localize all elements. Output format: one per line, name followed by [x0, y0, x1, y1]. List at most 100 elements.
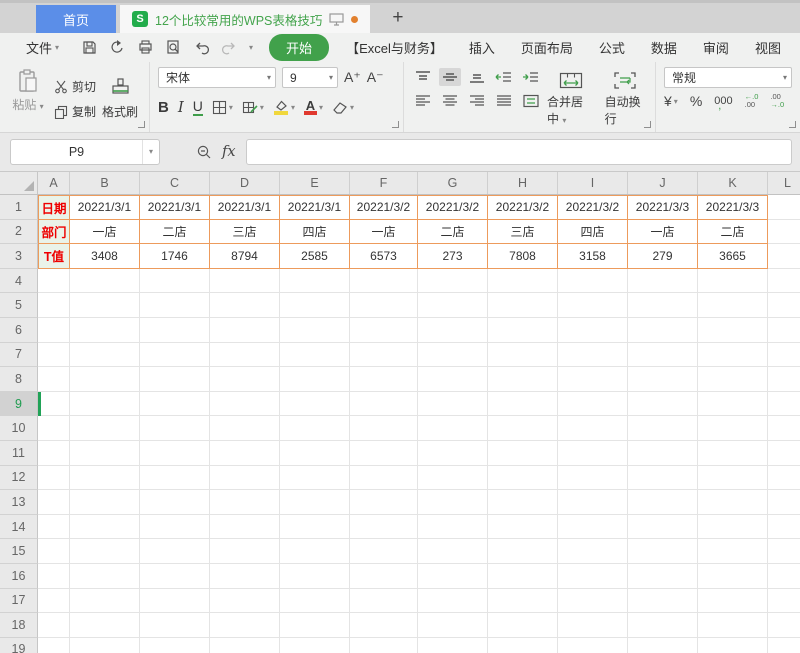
cell-B9[interactable]: [70, 392, 140, 417]
align-top-button[interactable]: [412, 68, 434, 86]
cell-D11[interactable]: [210, 441, 280, 466]
cell-E11[interactable]: [280, 441, 350, 466]
cell-E6[interactable]: [280, 318, 350, 343]
eraser-button[interactable]: ▾: [332, 100, 354, 114]
cell-H14[interactable]: [488, 515, 558, 540]
cell-G2[interactable]: 二店: [418, 220, 488, 245]
cell-B1[interactable]: 20221/3/1: [70, 195, 140, 220]
cell-G14[interactable]: [418, 515, 488, 540]
cell-J12[interactable]: [628, 466, 698, 491]
align-right-button[interactable]: [466, 92, 488, 110]
cell-E7[interactable]: [280, 343, 350, 368]
cell-E4[interactable]: [280, 269, 350, 294]
bold-button[interactable]: B: [158, 99, 169, 116]
column-header-D[interactable]: D: [210, 172, 280, 194]
cell-L13[interactable]: [768, 490, 800, 515]
ribbon-tab-insert[interactable]: 插入: [469, 38, 495, 57]
borders-button[interactable]: ▾: [212, 100, 233, 115]
print-button[interactable]: [137, 39, 154, 56]
cut-button[interactable]: 剪切: [54, 78, 96, 95]
cell-E3[interactable]: 2585: [280, 244, 350, 269]
distribute-text-button[interactable]: [520, 92, 542, 110]
cell-I17[interactable]: [558, 589, 628, 614]
cell-G3[interactable]: 273: [418, 244, 488, 269]
cell-B5[interactable]: [70, 293, 140, 318]
cell-J16[interactable]: [628, 564, 698, 589]
cell-F7[interactable]: [350, 343, 418, 368]
cell-L18[interactable]: [768, 613, 800, 638]
cell-B13[interactable]: [70, 490, 140, 515]
save-button[interactable]: [81, 39, 98, 56]
row-header-17[interactable]: 17: [0, 589, 38, 614]
cell-K4[interactable]: [698, 269, 768, 294]
decrease-font-button[interactable]: A⁻: [367, 69, 384, 86]
cell-A13[interactable]: [38, 490, 70, 515]
format-painter-button[interactable]: 格式刷: [102, 68, 138, 130]
decrease-decimal-button[interactable]: ←.0 .00: [745, 93, 759, 109]
cell-A6[interactable]: [38, 318, 70, 343]
cell-B19[interactable]: [70, 638, 140, 653]
cell-J5[interactable]: [628, 293, 698, 318]
thousands-separator-button[interactable]: 000,: [714, 95, 732, 107]
cell-A5[interactable]: [38, 293, 70, 318]
cell-L2[interactable]: [768, 220, 800, 245]
cell-H2[interactable]: 三店: [488, 220, 558, 245]
cell-D19[interactable]: [210, 638, 280, 653]
select-all-corner[interactable]: [0, 172, 38, 194]
tab-home[interactable]: 首页: [36, 5, 116, 33]
ribbon-tab-excel-finance[interactable]: 【Excel与财务】: [346, 38, 443, 57]
cell-A7[interactable]: [38, 343, 70, 368]
cell-H13[interactable]: [488, 490, 558, 515]
cell-C13[interactable]: [140, 490, 210, 515]
cell-K7[interactable]: [698, 343, 768, 368]
increase-indent-button[interactable]: [520, 68, 542, 86]
cell-K15[interactable]: [698, 539, 768, 564]
cell-C14[interactable]: [140, 515, 210, 540]
currency-format-button[interactable]: ¥ ▾: [664, 93, 678, 109]
cell-D17[interactable]: [210, 589, 280, 614]
cell-H6[interactable]: [488, 318, 558, 343]
cell-C8[interactable]: [140, 367, 210, 392]
cell-H18[interactable]: [488, 613, 558, 638]
row-header-4[interactable]: 4: [0, 269, 38, 294]
row-header-11[interactable]: 11: [0, 441, 38, 466]
cell-D10[interactable]: [210, 416, 280, 441]
cell-F6[interactable]: [350, 318, 418, 343]
cell-I7[interactable]: [558, 343, 628, 368]
align-center-button[interactable]: [439, 92, 461, 110]
cell-C18[interactable]: [140, 613, 210, 638]
cell-J1[interactable]: 20221/3/3: [628, 195, 698, 220]
cell-F19[interactable]: [350, 638, 418, 653]
cell-G4[interactable]: [418, 269, 488, 294]
cell-K18[interactable]: [698, 613, 768, 638]
cell-F8[interactable]: [350, 367, 418, 392]
cell-G8[interactable]: [418, 367, 488, 392]
cell-G12[interactable]: [418, 466, 488, 491]
cell-G5[interactable]: [418, 293, 488, 318]
cell-B4[interactable]: [70, 269, 140, 294]
cell-F14[interactable]: [350, 515, 418, 540]
column-header-H[interactable]: H: [488, 172, 558, 194]
cell-G10[interactable]: [418, 416, 488, 441]
row-header-8[interactable]: 8: [0, 367, 38, 392]
cell-C6[interactable]: [140, 318, 210, 343]
font-dialog-launcher-icon[interactable]: [392, 121, 399, 128]
cell-C5[interactable]: [140, 293, 210, 318]
column-header-L[interactable]: L: [768, 172, 800, 194]
cell-H7[interactable]: [488, 343, 558, 368]
cell-I8[interactable]: [558, 367, 628, 392]
cell-C17[interactable]: [140, 589, 210, 614]
cell-H10[interactable]: [488, 416, 558, 441]
cell-F3[interactable]: 6573: [350, 244, 418, 269]
cell-A11[interactable]: [38, 441, 70, 466]
cell-J19[interactable]: [628, 638, 698, 653]
cell-J6[interactable]: [628, 318, 698, 343]
cell-A4[interactable]: [38, 269, 70, 294]
italic-button[interactable]: I: [178, 98, 184, 116]
undo-button[interactable]: [193, 40, 210, 55]
increase-font-button[interactable]: A⁺: [344, 69, 361, 86]
cell-L7[interactable]: [768, 343, 800, 368]
cell-C4[interactable]: [140, 269, 210, 294]
cell-L3[interactable]: [768, 244, 800, 269]
cell-D6[interactable]: [210, 318, 280, 343]
